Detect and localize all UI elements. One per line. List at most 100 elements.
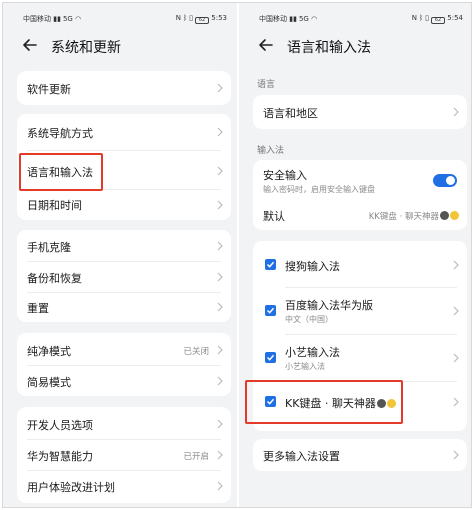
- pure-mode-value: 已关闭: [183, 347, 209, 357]
- phone-clone-label: 手机克隆: [27, 241, 71, 254]
- carrier-label: 中国移动: [259, 15, 287, 23]
- chevron-right-icon: [217, 241, 223, 251]
- date-time-label: 日期和时间: [27, 199, 82, 212]
- chevron-right-icon: [217, 200, 223, 210]
- back-arrow-icon[interactable]: [257, 36, 275, 54]
- reset-item[interactable]: 重置: [17, 293, 231, 322]
- default-keyboard-value: KK键盘 · 聊天神器: [369, 210, 459, 222]
- secure-input-item: 安全输入 输入密码时，启用安全输入键盘: [253, 160, 467, 200]
- chevron-right-icon: [453, 260, 459, 270]
- carrier-label: 中国移动: [23, 15, 51, 23]
- page-title: 语言和输入法: [287, 40, 371, 56]
- toggle-knob: [446, 176, 455, 185]
- phone-clone-item[interactable]: 手机克隆: [17, 230, 231, 261]
- secure-input-description: 输入密码时，启用安全输入键盘: [263, 185, 375, 194]
- ux-plan-item[interactable]: 用户体验改进计划: [17, 471, 231, 503]
- highlight-box: [19, 153, 103, 191]
- ball-emoji-icon: [440, 211, 449, 220]
- pure-mode-item[interactable]: 纯净模式 已关闭: [17, 333, 231, 365]
- wifi-icon: ◠: [75, 15, 82, 23]
- chevron-right-icon: [217, 481, 223, 491]
- software-update-item[interactable]: 软件更新: [17, 71, 231, 105]
- vibrate-icon: ▯: [425, 14, 430, 22]
- checkbox-checked-icon[interactable]: [265, 352, 276, 363]
- left-screen: 中国移动 ▮▮ 5G ◠ N ᛒ ▯ 62 5:53 系统和更新 软件更新 系统导航方式: [3, 3, 237, 507]
- keyboard-item-xiaoyi[interactable]: 小艺输入法 小艺输入法: [253, 335, 467, 381]
- status-bar: 中国移动 ▮▮ 5G ◠ N ᛒ ▯ 62 5:53: [3, 13, 237, 27]
- xiaoyi-label: 小艺输入法: [285, 346, 340, 359]
- vibrate-icon: ▯: [189, 14, 194, 22]
- chevron-right-icon: [217, 166, 223, 176]
- signal-icon: ▮▮: [289, 15, 297, 23]
- secure-input-toggle[interactable]: [433, 174, 457, 187]
- chevron-right-icon: [217, 302, 223, 312]
- chevron-right-icon: [217, 127, 223, 137]
- battery-icon: 62: [195, 17, 210, 24]
- clock: 5:53: [211, 14, 227, 22]
- mode-card: 纯净模式 已关闭 简易模式: [17, 333, 231, 396]
- chevron-right-icon: [217, 83, 223, 93]
- keyboard-item-baidu[interactable]: 百度输入法华为版 中文（中国）: [253, 288, 467, 334]
- page-header: 语言和输入法: [239, 31, 471, 61]
- chevron-right-icon: [453, 107, 459, 117]
- chevron-right-icon: [453, 353, 459, 363]
- reset-label: 重置: [27, 302, 49, 315]
- section-label-language: 语言: [257, 80, 276, 90]
- wifi-icon: ◠: [311, 15, 318, 23]
- input-settings-card: 安全输入 输入密码时，启用安全输入键盘 默认 KK键盘 · 聊天神器: [253, 160, 467, 230]
- huawei-smart-item[interactable]: 华为智慧能力 已开启: [17, 440, 231, 470]
- keyboard-item-sogou[interactable]: 搜狗输入法: [253, 241, 467, 287]
- screenshot-frame: 中国移动 ▮▮ 5G ◠ N ᛒ ▯ 62 5:53 系统和更新 软件更新 系统导航方式: [2, 2, 472, 508]
- chevron-right-icon: [217, 419, 223, 429]
- signal-icon: ▮▮: [53, 15, 61, 23]
- ux-plan-label: 用户体验改进计划: [27, 481, 115, 494]
- backup-card: 手机克隆 备份和恢复 重置: [17, 230, 231, 322]
- language-region-item[interactable]: 语言和地区: [253, 95, 467, 129]
- nfc-icon: N: [175, 14, 181, 22]
- battery-icon: 62: [431, 17, 446, 24]
- huawei-smart-label: 华为智慧能力: [27, 450, 93, 463]
- network-label: 5G: [62, 15, 73, 23]
- page-header: 系统和更新: [3, 31, 237, 61]
- back-arrow-icon[interactable]: [21, 36, 39, 54]
- baidu-label: 百度输入法华为版: [285, 299, 373, 312]
- more-settings-card: 更多输入法设置: [253, 439, 467, 471]
- page-title: 系统和更新: [51, 40, 121, 56]
- software-update-card: 软件更新: [17, 71, 231, 105]
- more-input-settings-label: 更多输入法设置: [263, 450, 340, 463]
- software-update-label: 软件更新: [27, 83, 71, 96]
- section-label-input: 输入法: [257, 146, 285, 156]
- simple-mode-label: 简易模式: [27, 376, 71, 389]
- language-region-label: 语言和地区: [263, 107, 318, 120]
- checkbox-checked-icon[interactable]: [265, 259, 276, 270]
- network-label: 5G: [298, 15, 309, 23]
- nav-mode-item[interactable]: 系统导航方式: [17, 114, 231, 150]
- default-keyboard-label: 默认: [263, 210, 285, 223]
- developer-item[interactable]: 开发人员选项: [17, 407, 231, 439]
- huawei-smart-value: 已开启: [183, 452, 209, 462]
- developer-label: 开发人员选项: [27, 419, 93, 432]
- backup-restore-item[interactable]: 备份和恢复: [17, 262, 231, 292]
- default-keyboard-item[interactable]: 默认 KK键盘 · 聊天神器: [253, 200, 467, 230]
- status-bar: 中国移动 ▮▮ 5G ◠ N ᛒ ▯ 62 5:54: [239, 13, 471, 27]
- advanced-card: 开发人员选项 华为智慧能力 已开启 用户体验改进计划: [17, 407, 231, 503]
- baidu-description: 中文（中国）: [285, 315, 333, 324]
- highlight-box: [245, 380, 403, 424]
- date-time-item[interactable]: 日期和时间: [17, 190, 231, 220]
- secure-input-label: 安全输入: [263, 169, 307, 182]
- checkbox-checked-icon[interactable]: [265, 305, 276, 316]
- chevron-right-icon: [453, 306, 459, 316]
- smile-emoji-icon: [450, 211, 459, 220]
- nav-mode-label: 系统导航方式: [27, 127, 93, 140]
- chevron-right-icon: [453, 450, 459, 460]
- bluetooth-icon: ᛒ: [418, 14, 424, 22]
- right-screen: 中国移动 ▮▮ 5G ◠ N ᛒ ▯ 62 5:54 语言和输入法 语言 语言和地区 输…: [239, 3, 471, 507]
- chevron-right-icon: [217, 272, 223, 282]
- simple-mode-item[interactable]: 简易模式: [17, 366, 231, 396]
- xiaoyi-description: 小艺输入法: [285, 362, 325, 371]
- bluetooth-icon: ᛒ: [182, 14, 188, 22]
- more-input-settings-item[interactable]: 更多输入法设置: [253, 439, 467, 471]
- backup-restore-label: 备份和恢复: [27, 272, 82, 285]
- pure-mode-label: 纯净模式: [27, 345, 71, 358]
- chevron-right-icon: [217, 345, 223, 355]
